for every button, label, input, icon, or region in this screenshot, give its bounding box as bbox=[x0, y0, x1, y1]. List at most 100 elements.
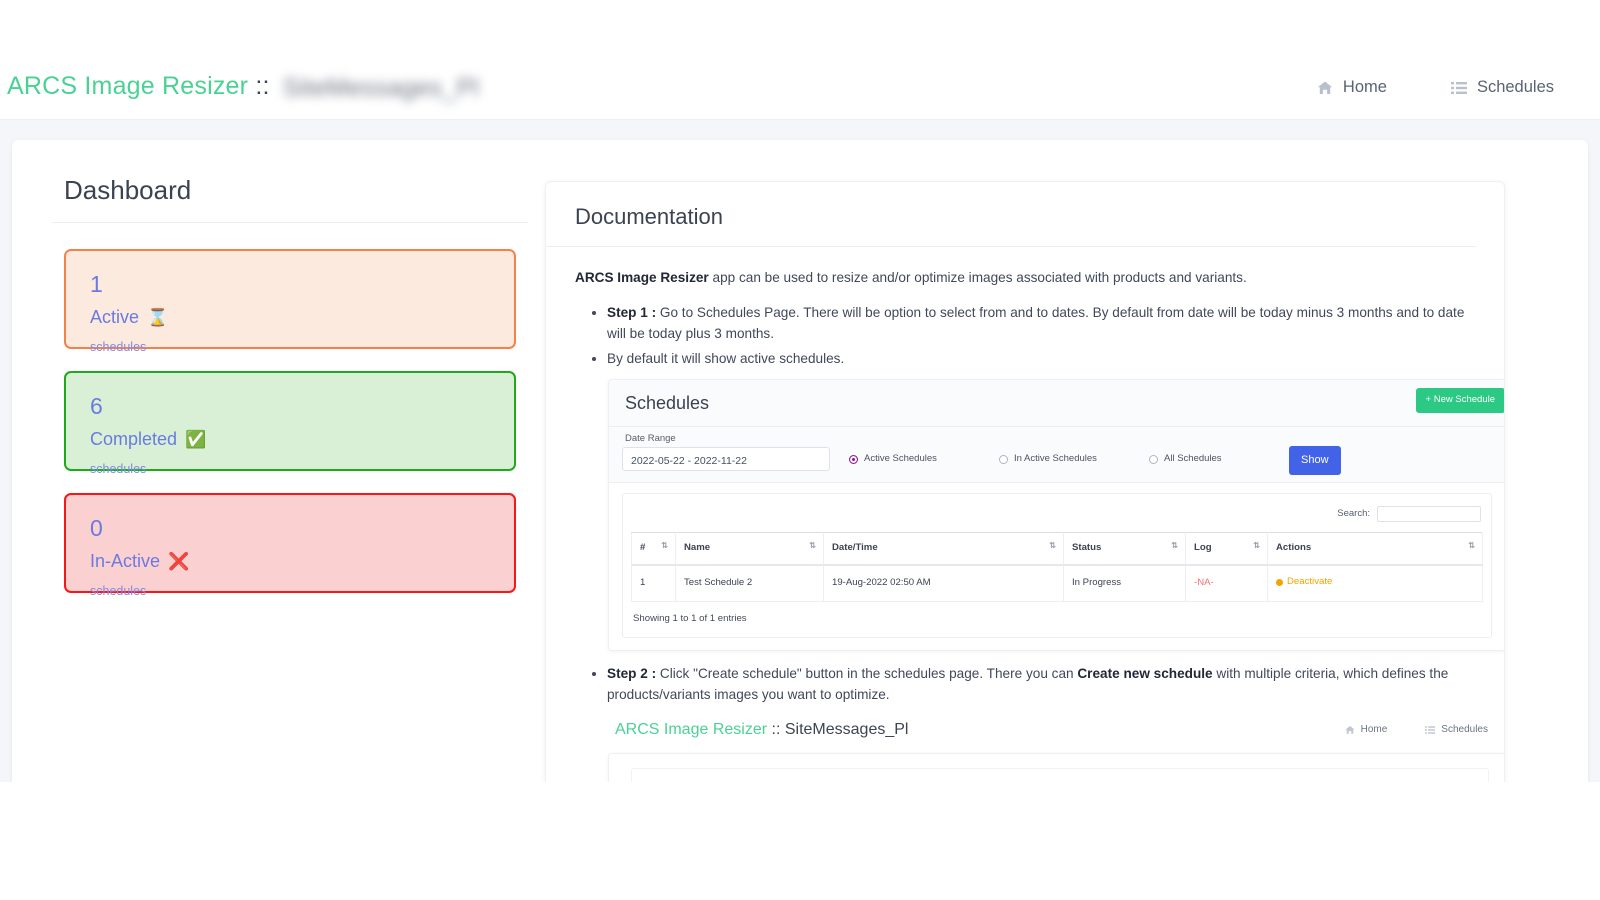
nav-link-schedules-label: Schedules bbox=[1477, 78, 1554, 97]
sort-icon: ⇅ bbox=[809, 540, 816, 552]
nav-link-schedules[interactable]: Schedules bbox=[1451, 78, 1554, 97]
radio-all-schedules-dot[interactable] bbox=[1149, 455, 1158, 464]
sort-icon: ⇅ bbox=[1049, 540, 1056, 552]
schedules-screenshot-header: Schedules + New Schedule bbox=[609, 380, 1505, 427]
create-brand-site: SiteMessages_Pl bbox=[785, 721, 909, 738]
stat-inactive-label: In-Active bbox=[90, 552, 160, 570]
deactivate-label: Deactivate bbox=[1287, 575, 1332, 590]
table-search-row: Search: bbox=[631, 504, 1483, 532]
schedules-table: #⇅ Name⇅ Date/Time⇅ Status⇅ Log⇅ Actions… bbox=[631, 532, 1483, 602]
stat-card-inactive[interactable]: 0 In-Active ❌ schedules bbox=[64, 493, 516, 593]
sort-icon: ⇅ bbox=[661, 540, 668, 552]
create-nav-home[interactable]: Home bbox=[1345, 722, 1388, 738]
documentation-step-1: Step 1 : Go to Schedules Page. There wil… bbox=[607, 302, 1478, 344]
hourglass-icon: ⌛ bbox=[147, 309, 168, 326]
col-log[interactable]: Log⇅ bbox=[1186, 533, 1268, 565]
nav-link-home[interactable]: Home bbox=[1317, 78, 1387, 97]
radio-active-schedules-dot[interactable] bbox=[849, 455, 858, 464]
radio-inactive-schedules[interactable]: In Active Schedules bbox=[999, 452, 1149, 467]
create-brand-name: ARCS Image Resizer bbox=[615, 721, 767, 738]
page-root: ARCS Image Resizer :: SiteMessages_Pl Ho… bbox=[0, 0, 1600, 900]
col-num[interactable]: #⇅ bbox=[632, 533, 676, 565]
documentation-steps: Step 1 : Go to Schedules Page. There wil… bbox=[575, 302, 1478, 369]
stat-completed-count: 6 bbox=[90, 395, 490, 418]
create-screenshot-navbar: ARCS Image Resizer :: SiteMessages_Pl Ho… bbox=[608, 715, 1505, 745]
create-nav-home-label: Home bbox=[1361, 722, 1388, 738]
search-input[interactable] bbox=[1377, 506, 1481, 522]
home-icon bbox=[1317, 80, 1333, 96]
new-schedule-button[interactable]: + New Schedule bbox=[1416, 388, 1505, 413]
documentation-body: ARCS Image Resizer app can be used to re… bbox=[546, 247, 1504, 782]
stat-completed-label-row: Completed ✅ bbox=[90, 430, 490, 448]
stat-inactive-sub: schedules bbox=[90, 584, 490, 598]
stat-active-sub: schedules bbox=[90, 340, 490, 354]
step2-text-1: Click "Create schedule" button in the sc… bbox=[656, 666, 1077, 681]
brand-site-name: SiteMessages_Pl bbox=[283, 74, 479, 103]
check-circle-icon: ✅ bbox=[185, 431, 206, 448]
app-brand[interactable]: ARCS Image Resizer :: SiteMessages_Pl bbox=[7, 72, 479, 103]
documentation-intro-bold: ARCS Image Resizer bbox=[575, 270, 709, 285]
radio-inactive-schedules-label: In Active Schedules bbox=[1014, 452, 1097, 467]
deactivate-link[interactable]: Deactivate bbox=[1276, 575, 1332, 590]
documentation-bullet-2: By default it will show active schedules… bbox=[607, 348, 1478, 369]
documentation-card: Documentation ARCS Image Resizer app can… bbox=[545, 181, 1505, 782]
create-nav-schedules[interactable]: Schedules bbox=[1425, 722, 1488, 738]
cell-name: Test Schedule 2 bbox=[676, 565, 824, 601]
cell-num: 1 bbox=[632, 565, 676, 601]
step2-bold-2: Create new schedule bbox=[1077, 666, 1212, 681]
documentation-steps-2: Step 2 : Click "Create schedule" button … bbox=[575, 663, 1478, 705]
cross-circle-icon: ❌ bbox=[168, 553, 189, 570]
browser-viewport: ARCS Image Resizer :: SiteMessages_Pl Ho… bbox=[0, 0, 1600, 782]
cell-actions: Deactivate bbox=[1268, 565, 1483, 601]
sort-icon: ⇅ bbox=[1468, 540, 1475, 552]
documentation-intro: ARCS Image Resizer app can be used to re… bbox=[575, 267, 1478, 288]
col-datetime[interactable]: Date/Time⇅ bbox=[824, 533, 1064, 565]
date-range-input[interactable]: 2022-05-22 - 2022-11-22 bbox=[622, 447, 830, 471]
stat-active-label-row: Active ⌛ bbox=[90, 308, 490, 326]
date-range-label: Date Range bbox=[625, 432, 676, 447]
home-icon bbox=[1345, 725, 1355, 735]
show-button[interactable]: Show bbox=[1289, 446, 1341, 475]
radio-active-schedules[interactable]: Active Schedules bbox=[849, 452, 999, 467]
search-label: Search: bbox=[1337, 507, 1370, 522]
cell-log: -NA- bbox=[1186, 565, 1268, 601]
stat-completed-sub: schedules bbox=[90, 462, 490, 476]
create-screenshot-brand: ARCS Image Resizer :: SiteMessages_Pl bbox=[615, 718, 908, 743]
step2-label: Step 2 : bbox=[607, 666, 656, 681]
col-actions[interactable]: Actions⇅ bbox=[1268, 533, 1483, 565]
deactivate-icon bbox=[1276, 579, 1283, 586]
schedules-screenshot: Schedules + New Schedule Date Range 2022… bbox=[608, 379, 1505, 651]
stat-inactive-label-row: In-Active ❌ bbox=[90, 552, 490, 570]
schedules-table-head: #⇅ Name⇅ Date/Time⇅ Status⇅ Log⇅ Actions… bbox=[632, 533, 1483, 565]
sort-icon: ⇅ bbox=[1171, 540, 1178, 552]
stat-active-count: 1 bbox=[90, 273, 490, 296]
create-brand-separator: :: bbox=[772, 721, 781, 738]
table-row: 1 Test Schedule 2 19-Aug-2022 02:50 AM I… bbox=[632, 565, 1483, 601]
table-header-row: #⇅ Name⇅ Date/Time⇅ Status⇅ Log⇅ Actions… bbox=[632, 533, 1483, 565]
stat-card-completed[interactable]: 6 Completed ✅ schedules bbox=[64, 371, 516, 471]
list-icon bbox=[1451, 80, 1467, 96]
create-screenshot-links: Home Schedules bbox=[1345, 722, 1488, 738]
col-status[interactable]: Status⇅ bbox=[1064, 533, 1186, 565]
navbar-links: Home Schedules bbox=[1317, 78, 1554, 97]
nav-link-home-label: Home bbox=[1343, 78, 1387, 97]
documentation-step-2: Step 2 : Click "Create schedule" button … bbox=[607, 663, 1478, 705]
brand-separator: :: bbox=[255, 72, 269, 100]
stat-completed-label: Completed bbox=[90, 430, 177, 448]
schedules-filter-bar: Date Range 2022-05-22 - 2022-11-22 Activ… bbox=[609, 427, 1505, 483]
top-navbar: ARCS Image Resizer :: SiteMessages_Pl Ho… bbox=[0, 0, 1600, 120]
col-name[interactable]: Name⇅ bbox=[676, 533, 824, 565]
radio-active-schedules-label: Active Schedules bbox=[864, 452, 937, 467]
radio-all-schedules[interactable]: All Schedules bbox=[1149, 452, 1299, 467]
dashboard-panel: Dashboard 1 Active ⌛ schedules 6 Complet… bbox=[52, 175, 528, 615]
radio-all-schedules-label: All Schedules bbox=[1164, 452, 1222, 467]
table-entries-info: Showing 1 to 1 of 1 entries bbox=[631, 602, 1483, 629]
documentation-title: Documentation bbox=[546, 182, 1476, 247]
page-title: Dashboard bbox=[52, 175, 528, 223]
schedules-table-container: Search: #⇅ Name⇅ Date/Time⇅ Status⇅ bbox=[622, 493, 1492, 638]
stat-card-active[interactable]: 1 Active ⌛ schedules bbox=[64, 249, 516, 349]
brand-name: ARCS Image Resizer bbox=[7, 72, 248, 100]
step1-label: Step 1 : bbox=[607, 305, 656, 320]
radio-inactive-schedules-dot[interactable] bbox=[999, 455, 1008, 464]
cell-datetime: 19-Aug-2022 02:50 AM bbox=[824, 565, 1064, 601]
